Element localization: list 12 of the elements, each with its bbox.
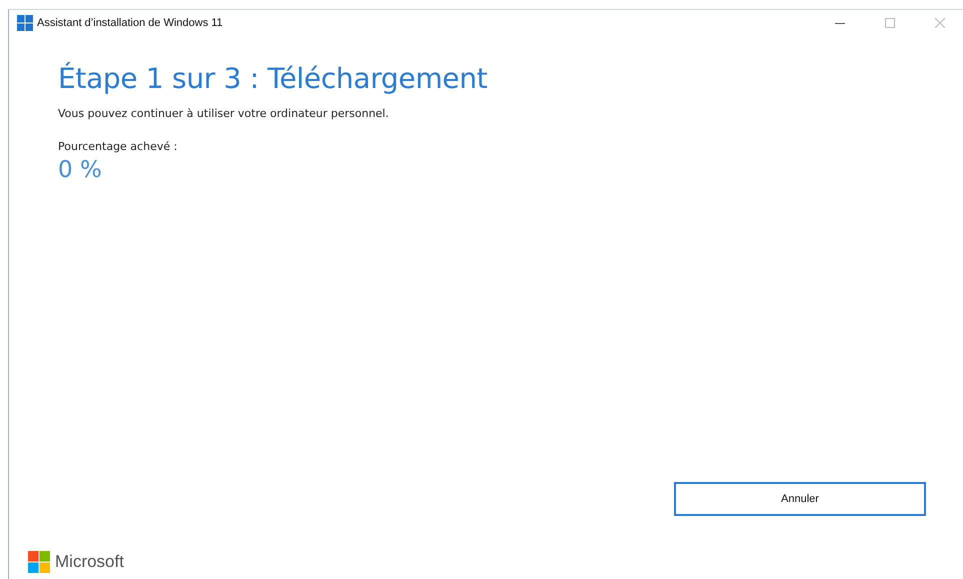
brand-name: Microsoft — [55, 552, 124, 572]
microsoft-logo-icon — [28, 551, 50, 573]
window-title: Assistant d’installation de Windows 11 — [37, 17, 224, 29]
info-message: Vous pouvez continuer à utiliser votre ordinateur personnel. — [58, 107, 390, 120]
step-heading: Étape 1 sur 3 : Téléchargement — [58, 62, 488, 95]
cancel-button[interactable]: Annuler — [674, 482, 926, 516]
maximize-icon[interactable] — [885, 18, 895, 28]
progress-label: Pourcentage achevé : — [58, 140, 178, 153]
windows-logo-icon — [17, 15, 33, 31]
minimize-icon[interactable] — [835, 22, 845, 24]
close-icon[interactable] — [935, 18, 945, 28]
progress-value: 0 % — [58, 157, 103, 183]
